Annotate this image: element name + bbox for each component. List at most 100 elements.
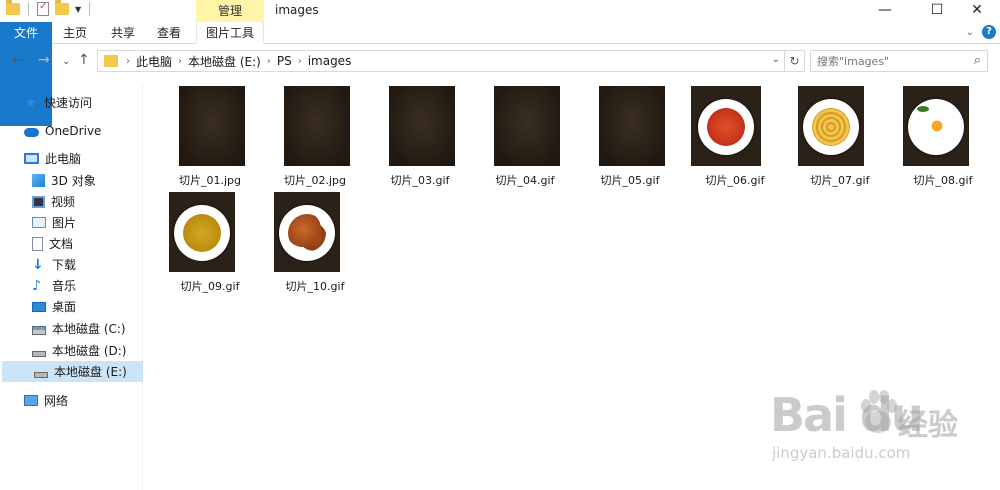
sidebar-item-this-pc[interactable]: 此电脑: [0, 148, 143, 169]
chevron-right-icon[interactable]: ›: [298, 56, 302, 67]
help-icon[interactable]: ?: [982, 25, 996, 39]
file-item[interactable]: 切片_08.gif: [893, 86, 993, 190]
toolbar-divider: [28, 2, 29, 16]
manage-contextual-tab[interactable]: 管理: [196, 0, 264, 22]
sidebar-item-drive-c[interactable]: 本地磁盘 (C:): [0, 318, 143, 339]
file-thumbnail: [691, 86, 761, 166]
search-icon[interactable]: ⌕: [974, 53, 981, 68]
breadcrumb-drive-e[interactable]: 本地磁盘 (E:): [188, 53, 261, 70]
new-folder-icon[interactable]: [55, 0, 69, 15]
file-item[interactable]: 切片_03.gif: [370, 86, 470, 190]
sidebar-item-music[interactable]: ♪ 音乐: [0, 275, 143, 296]
search-input[interactable]: [817, 51, 967, 71]
baidu-watermark: Bai du 经验 jingyan.baidu.com: [770, 388, 1000, 488]
chevron-right-icon[interactable]: ›: [267, 56, 271, 67]
food-image: [707, 108, 745, 146]
folder-icon[interactable]: [6, 0, 20, 15]
refresh-button[interactable]: ↻: [785, 50, 805, 72]
tab-share[interactable]: 共享: [108, 22, 138, 44]
sidebar-item-label: 文档: [49, 237, 74, 251]
tab-home[interactable]: 主页: [60, 22, 90, 44]
sidebar-item-label: 下载: [52, 258, 77, 272]
file-name: 切片_05.gif: [600, 174, 660, 187]
sidebar-item-onedrive[interactable]: OneDrive: [0, 120, 143, 141]
file-item[interactable]: 切片_02.jpg: [265, 86, 365, 190]
file-item[interactable]: 切片_04.gif: [475, 86, 575, 190]
minimize-button[interactable]: —: [862, 0, 908, 22]
file-name: 切片_08.gif: [913, 174, 973, 187]
breadcrumb-images[interactable]: images: [308, 54, 352, 68]
watermark-cn: 经验: [898, 408, 958, 443]
navigation-bar: ← → ⌄ ↑ › 此电脑 › 本地磁盘 (E:) › PS › images …: [0, 48, 1000, 74]
file-item[interactable]: 切片_10.gif: [265, 192, 365, 296]
desktop-icon: [32, 301, 46, 312]
sidebar-item-quick-access[interactable]: ★ 快速访问: [0, 92, 143, 113]
ribbon-tabs: 文件 主页 共享 查看 图片工具 ⌄ ?: [0, 22, 1000, 126]
breadcrumb-ps[interactable]: PS: [277, 54, 292, 68]
back-icon[interactable]: ←: [12, 52, 24, 68]
address-bar[interactable]: › 此电脑 › 本地磁盘 (E:) › PS › images ⌄: [97, 50, 785, 72]
file-item[interactable]: 切片_09.gif: [160, 192, 260, 296]
egg-image: [929, 118, 945, 134]
file-item[interactable]: 切片_06.gif: [685, 86, 785, 190]
sidebar-item-label: 本地磁盘 (E:): [54, 365, 127, 379]
file-name: 切片_09.gif: [180, 280, 240, 293]
food-image: [812, 108, 850, 146]
file-thumbnail: [179, 86, 245, 166]
window-title: images: [275, 3, 319, 17]
close-button[interactable]: ✕: [954, 0, 1000, 22]
documents-icon: [32, 236, 43, 251]
sidebar-item-pictures[interactable]: 图片: [0, 212, 143, 233]
file-thumbnail: [494, 86, 560, 166]
customize-toolbar-icon[interactable]: ▼: [75, 5, 81, 14]
file-item[interactable]: 切片_01.jpg: [160, 86, 260, 190]
cloud-icon: [24, 127, 39, 137]
collapse-ribbon-icon[interactable]: ⌄: [966, 27, 974, 38]
forward-icon[interactable]: →: [38, 52, 50, 68]
chevron-down-icon[interactable]: ⌄: [772, 54, 780, 65]
sidebar-item-downloads[interactable]: ↓ 下载: [0, 254, 143, 275]
pictures-icon: [32, 217, 46, 228]
tab-picture-tools[interactable]: 图片工具: [196, 22, 264, 44]
recent-locations-icon[interactable]: ⌄: [62, 56, 70, 67]
food-image: [288, 214, 326, 252]
sidebar-item-desktop[interactable]: 桌面: [0, 296, 143, 317]
sidebar-item-label: 本地磁盘 (D:): [52, 344, 127, 358]
file-name: 切片_03.gif: [390, 174, 450, 187]
file-thumbnail: [903, 86, 969, 166]
chevron-right-icon[interactable]: ›: [178, 56, 182, 67]
download-icon: ↓: [32, 256, 44, 273]
sidebar-item-label: 音乐: [52, 279, 77, 293]
video-icon: [32, 195, 45, 208]
sidebar-item-3d-objects[interactable]: 3D 对象: [0, 170, 143, 191]
sidebar-item-drive-d[interactable]: 本地磁盘 (D:): [0, 340, 143, 361]
sidebar-item-label: 本地磁盘 (C:): [52, 322, 126, 336]
chevron-right-icon[interactable]: ›: [126, 56, 130, 67]
sidebar-item-label: 此电脑: [45, 152, 82, 166]
quick-access-toolbar: ▼: [6, 0, 92, 16]
computer-icon: [24, 153, 39, 164]
file-item[interactable]: 切片_07.gif: [790, 86, 890, 190]
3d-objects-icon: [32, 174, 45, 187]
up-icon[interactable]: ↑: [78, 52, 90, 68]
file-thumbnail: [274, 192, 340, 272]
sidebar-item-drive-e[interactable]: 本地磁盘 (E:): [2, 361, 143, 382]
search-box[interactable]: ⌕: [810, 50, 988, 72]
breadcrumb-this-pc[interactable]: 此电脑: [136, 53, 172, 70]
sidebar-item-videos[interactable]: 视频: [0, 191, 143, 212]
file-name: 切片_01.jpg: [178, 174, 241, 187]
file-list: 切片_01.jpg 切片_02.jpg 切片_03.gif 切片_04.gif …: [160, 86, 990, 386]
file-thumbnail: [798, 86, 864, 166]
folder-icon: [104, 55, 118, 67]
sidebar-item-network[interactable]: 网络: [0, 390, 143, 411]
sidebar-item-label: 桌面: [52, 300, 77, 314]
properties-icon[interactable]: [37, 1, 49, 16]
file-item[interactable]: 切片_05.gif: [580, 86, 680, 190]
drive-icon: [34, 371, 48, 378]
drive-icon: [32, 350, 46, 357]
tab-view[interactable]: 查看: [154, 22, 184, 44]
file-name: 切片_04.gif: [495, 174, 555, 187]
sidebar-item-documents[interactable]: 文档: [0, 233, 143, 254]
sidebar-item-label: OneDrive: [45, 123, 102, 138]
file-name: 切片_07.gif: [810, 174, 870, 187]
